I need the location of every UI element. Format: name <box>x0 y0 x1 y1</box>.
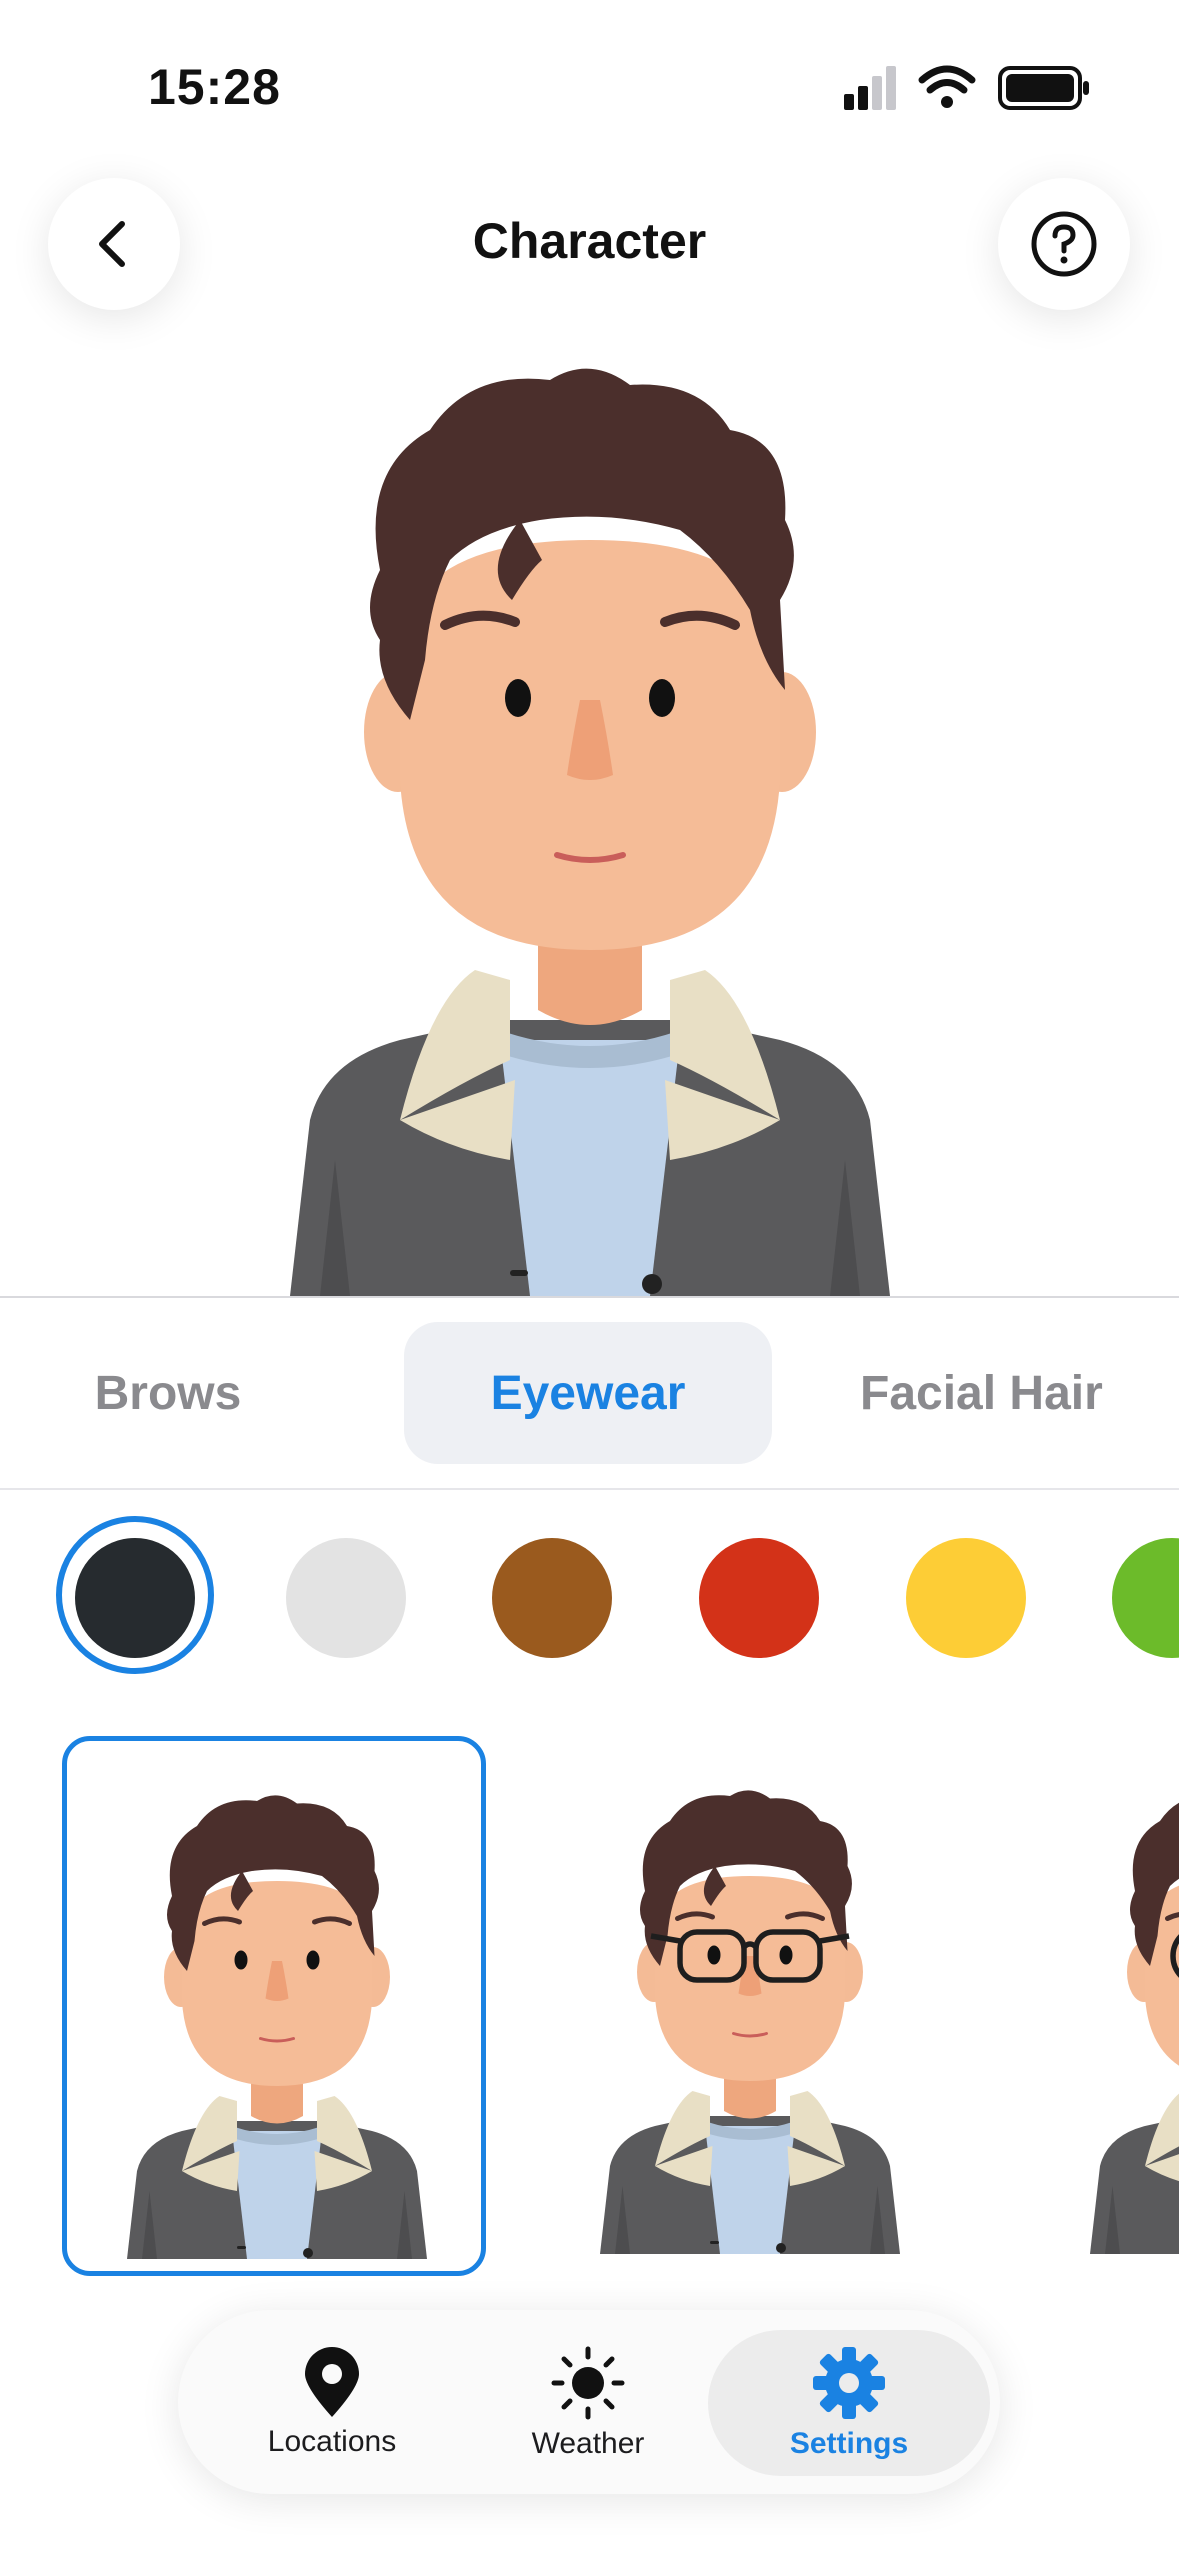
tab-brows[interactable]: Brows <box>40 1322 296 1464</box>
nav-settings[interactable]: Settings <box>708 2330 990 2476</box>
cellular-signal-icon <box>844 65 1089 110</box>
swatch-black[interactable] <box>75 1538 195 1658</box>
eyewear-option-none[interactable] <box>62 1736 486 2276</box>
nav-label: Locations <box>267 2425 397 2458</box>
avatar-thumbnail <box>1040 1736 1179 2276</box>
status-icons <box>844 64 1090 112</box>
help-button[interactable] <box>998 178 1130 310</box>
wifi-icon <box>918 65 976 108</box>
nav-label: Weather <box>531 2427 645 2460</box>
swatch-red[interactable] <box>699 1538 819 1658</box>
eyewear-option-round-glasses[interactable] <box>540 1736 964 2276</box>
tab-facial-hair[interactable]: Facial Hair <box>860 1322 1179 1464</box>
nav-locations[interactable]: Locations <box>222 2330 442 2476</box>
tab-eyewear[interactable]: Eyewear <box>404 1322 772 1464</box>
gear-icon <box>813 2347 885 2419</box>
location-pin-icon <box>305 2347 359 2417</box>
character-preview <box>280 360 900 1296</box>
status-time: 15:28 <box>148 59 281 115</box>
sun-icon <box>551 2346 625 2420</box>
battery-icon <box>998 66 1089 110</box>
eyewear-option-partial[interactable] <box>1040 1736 1179 2276</box>
nav-weather[interactable]: Weather <box>478 2330 698 2476</box>
divider <box>0 1296 1179 1298</box>
nav-label: Settings <box>789 2427 909 2460</box>
swatch-green[interactable] <box>1112 1538 1179 1658</box>
avatar-thumbnail <box>67 1741 486 2276</box>
question-circle-icon <box>1031 211 1097 277</box>
swatch-light-gray[interactable] <box>286 1538 406 1658</box>
avatar-thumbnail <box>540 1736 964 2276</box>
swatch-brown[interactable] <box>492 1538 612 1658</box>
swatch-yellow[interactable] <box>906 1538 1026 1658</box>
divider <box>0 1488 1179 1490</box>
